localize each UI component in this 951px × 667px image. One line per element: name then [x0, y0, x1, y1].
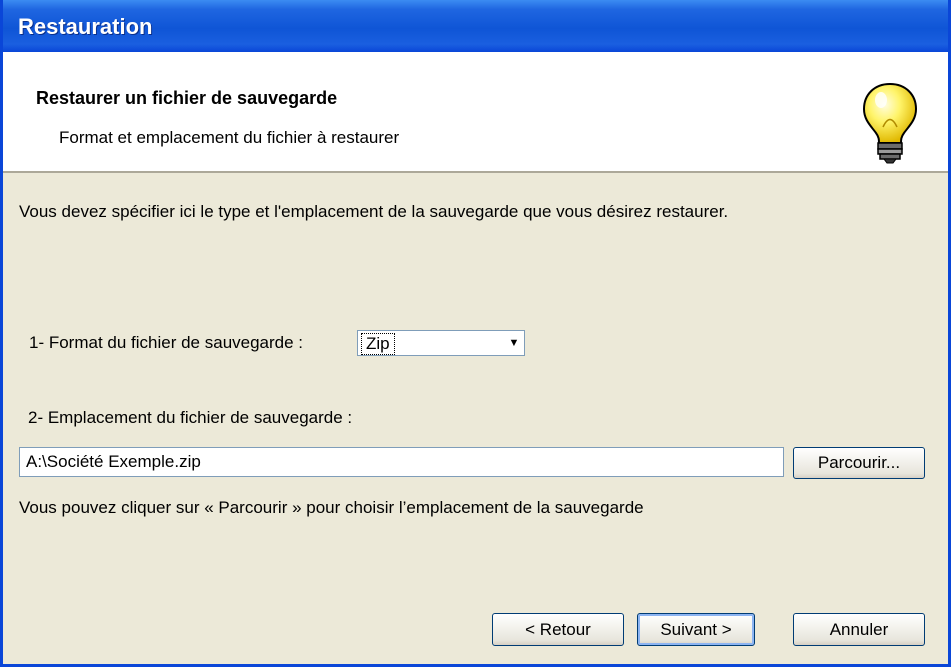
next-button[interactable]: Suivant >: [637, 613, 755, 646]
cancel-button[interactable]: Annuler: [793, 613, 925, 646]
lightbulb-icon: [862, 82, 918, 164]
hint-text: Vous pouvez cliquer sur « Parcourir » po…: [19, 498, 644, 517]
chevron-down-icon[interactable]: ▼: [505, 332, 523, 354]
title-bar[interactable]: Restauration: [3, 0, 948, 52]
page-subheading: Format et emplacement du fichier à resta…: [59, 128, 400, 147]
format-label: 1- Format du fichier de sauvegarde :: [29, 333, 304, 352]
back-button[interactable]: < Retour: [492, 613, 624, 646]
location-input[interactable]: [19, 447, 784, 477]
format-select[interactable]: Zip ▼: [357, 330, 525, 356]
intro-text: Vous devez spécifier ici le type et l'em…: [19, 202, 729, 221]
format-select-value: Zip: [361, 333, 395, 355]
location-label: 2- Emplacement du fichier de sauvegarde …: [28, 408, 353, 427]
window-title: Restauration: [18, 14, 153, 39]
wizard-header: Restaurer un fichier de sauvegarde Forma…: [3, 52, 948, 173]
browse-button[interactable]: Parcourir...: [793, 447, 925, 479]
page-heading: Restaurer un fichier de sauvegarde: [36, 88, 338, 108]
restore-dialog: Restauration Restaurer un fichier de sau…: [0, 0, 951, 667]
